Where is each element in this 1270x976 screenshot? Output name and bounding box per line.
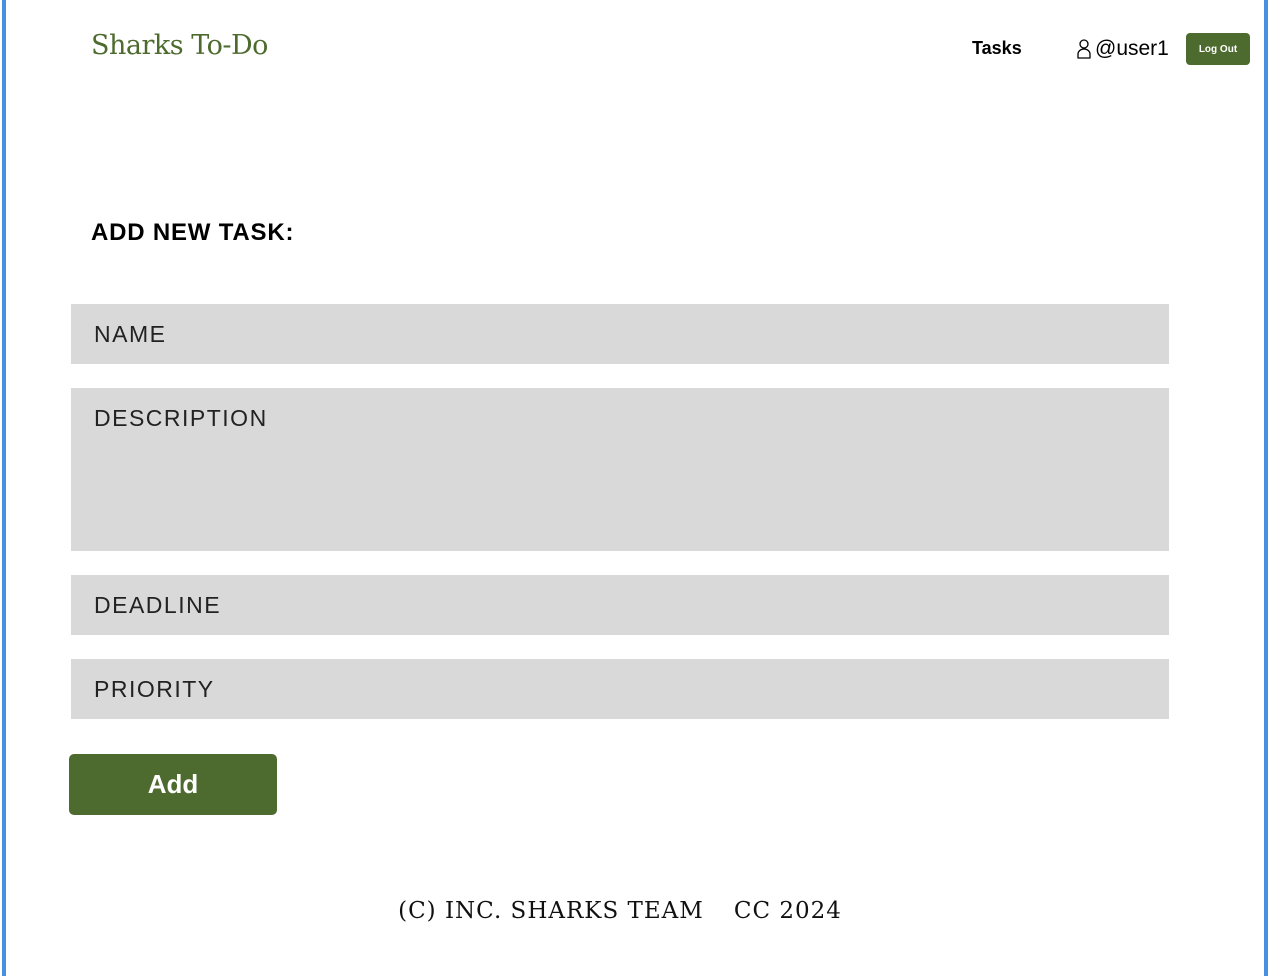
window-border-left	[2, 0, 6, 976]
brand-logo[interactable]: Sharks To-Do	[91, 30, 268, 61]
description-input[interactable]	[71, 388, 1169, 551]
user-profile[interactable]: @user1	[1076, 36, 1169, 62]
deadline-input[interactable]	[71, 575, 1169, 635]
logout-button[interactable]: Log Out	[1186, 33, 1250, 65]
window-border-right	[1264, 0, 1268, 976]
priority-input[interactable]	[71, 659, 1169, 719]
username-label: @user1	[1095, 37, 1169, 60]
footer-license: CC 2024	[733, 898, 842, 924]
user-icon	[1076, 37, 1092, 61]
page-title: ADD NEW TASK:	[91, 219, 295, 246]
footer-copyright: (C) INC. SHARKS TEAM	[398, 898, 704, 924]
name-input[interactable]	[71, 304, 1169, 364]
add-task-button[interactable]: Add	[69, 754, 277, 815]
nav-tasks-link[interactable]: Tasks	[972, 38, 1022, 59]
footer: (C) INC. SHARKS TEAM CC 2024	[0, 898, 1270, 924]
